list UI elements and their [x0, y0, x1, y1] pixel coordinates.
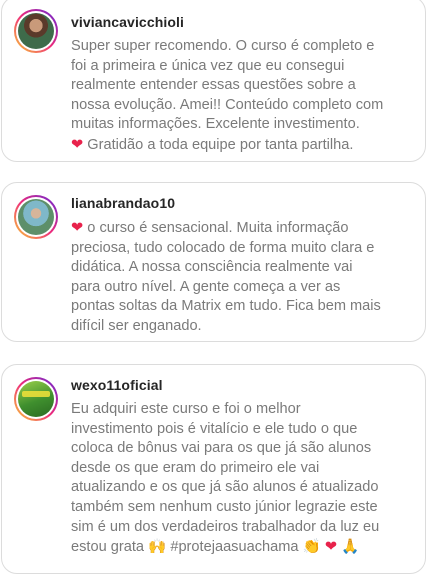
review-card: wexo11oficial Eu adquiri este curso e fo…	[1, 364, 426, 574]
username[interactable]: wexo11oficial	[71, 377, 163, 393]
username[interactable]: lianabrandao10	[71, 195, 175, 211]
clapping-hands-icon: 👏	[302, 538, 321, 556]
review-text: Eu adquiri este curso e foi o melhor inv…	[71, 401, 380, 556]
avatar-image	[18, 381, 54, 417]
review-text: ❤ o curso é sensacional. Muita informaçã…	[71, 219, 381, 334]
heart-icon: ❤	[324, 538, 338, 556]
review-card: viviancavicchioli Super super recomendo.…	[1, 0, 426, 162]
avatar-image	[18, 13, 54, 49]
hashtag-link[interactable]: #protejaasuachama	[170, 539, 298, 555]
heart-icon: ❤	[71, 135, 84, 153]
raised-hands-icon: 🙌	[148, 538, 167, 556]
avatar[interactable]	[14, 377, 58, 421]
praying-hands-icon: 🙏	[341, 538, 360, 556]
review-card: lianabrandao10 ❤ o curso é sensacional. …	[1, 182, 426, 342]
avatar-image	[18, 199, 54, 235]
avatar[interactable]	[14, 195, 58, 239]
review-text: Super super recomendo. O curso é complet…	[71, 38, 384, 153]
avatar[interactable]	[14, 9, 58, 53]
username[interactable]: viviancavicchioli	[71, 14, 184, 30]
heart-icon: ❤	[71, 219, 84, 236]
